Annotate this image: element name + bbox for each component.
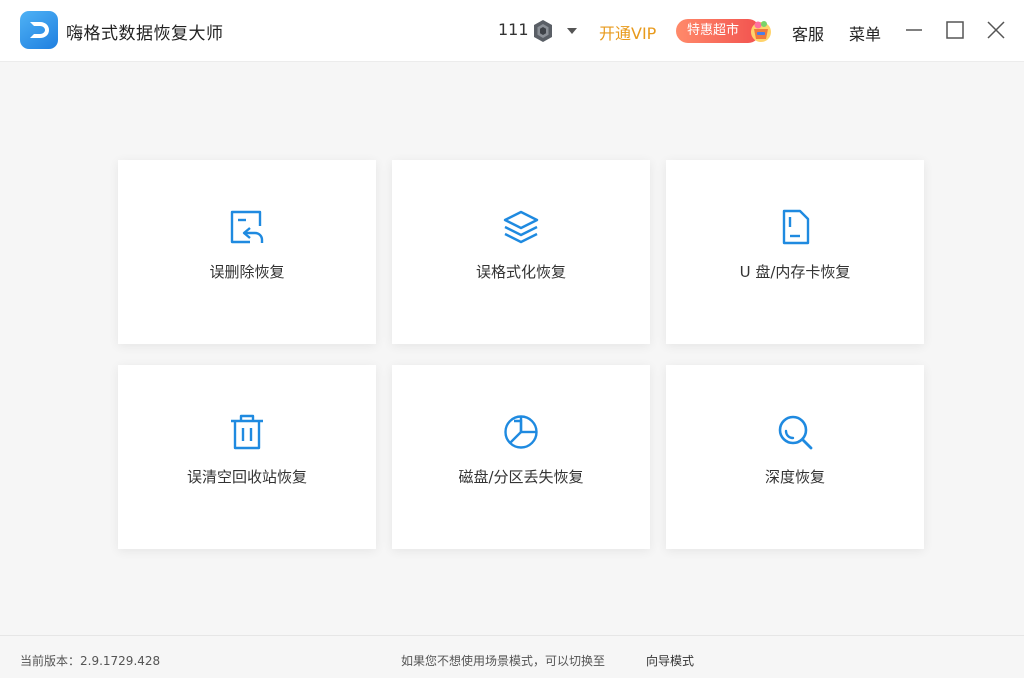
status-bar: 当前版本：2.9.1729.428 如果您不想使用场景模式，可以切换至 向导模式: [0, 635, 1024, 678]
card-label: U 盘/内存卡恢复: [739, 263, 851, 281]
card-partition-recovery[interactable]: 磁盘/分区丢失恢复: [392, 365, 650, 549]
card-label: 误删除恢复: [209, 263, 285, 281]
search-icon: [778, 415, 813, 450]
maximize-icon[interactable]: [944, 19, 966, 41]
logo-d-icon: [30, 22, 49, 38]
user-id[interactable]: 111: [498, 20, 529, 39]
trash-icon: [231, 414, 263, 450]
card-deleted-recovery[interactable]: 误删除恢复: [118, 160, 376, 344]
card-label: 磁盘/分区丢失恢复: [458, 468, 584, 486]
user-level-badge-icon[interactable]: [532, 19, 554, 43]
mode-switch-hint: 如果您不想使用场景模式，可以切换至: [401, 654, 606, 668]
promo-button[interactable]: 特惠超市: [676, 16, 774, 46]
minimize-icon[interactable]: [903, 19, 925, 41]
card-deep-recovery[interactable]: 深度恢复: [666, 365, 924, 549]
card-label: 深度恢复: [764, 468, 825, 486]
shopping-basket-icon: [751, 21, 771, 42]
sd-card-icon: [782, 209, 810, 245]
layers-icon: [503, 210, 539, 244]
app-logo: [20, 11, 58, 49]
card-label: 误格式化恢复: [475, 263, 566, 281]
chevron-down-icon[interactable]: [565, 25, 579, 37]
title-bar: 嗨格式数据恢复大师 111 开通VIP 特惠超市 客服 菜单: [0, 0, 1024, 62]
customer-service-link[interactable]: 客服: [792, 21, 824, 45]
version-label: 当前版本：2.9.1729.428: [20, 654, 161, 668]
card-usb-sd-recovery[interactable]: U 盘/内存卡恢复: [666, 160, 924, 344]
card-label: 误清空回收站恢复: [186, 468, 307, 486]
close-icon[interactable]: [985, 19, 1007, 41]
app-title: 嗨格式数据恢复大师: [66, 24, 224, 44]
wizard-mode-link[interactable]: 向导模式: [646, 652, 694, 669]
file-restore-icon: [230, 210, 264, 244]
card-format-recovery[interactable]: 误格式化恢复: [392, 160, 650, 344]
vip-link[interactable]: 开通VIP: [599, 20, 656, 44]
pie-chart-icon: [504, 415, 538, 449]
menu-link[interactable]: 菜单: [849, 21, 881, 45]
card-recycle-bin-recovery[interactable]: 误清空回收站恢复: [118, 365, 376, 549]
